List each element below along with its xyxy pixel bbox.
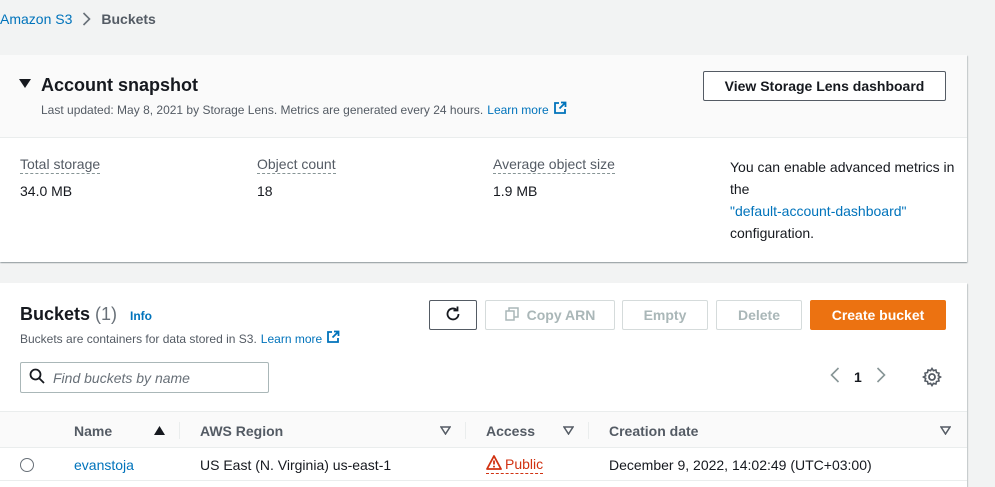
refresh-button[interactable] — [429, 300, 477, 330]
filter-caret-icon[interactable] — [940, 412, 951, 449]
sort-ascending-icon[interactable] — [154, 412, 165, 449]
breadcrumb: Amazon S3 Buckets — [0, 11, 156, 27]
create-bucket-button[interactable]: Create bucket — [810, 300, 946, 330]
row-select-radio[interactable] — [20, 448, 34, 481]
search-input[interactable] — [53, 369, 253, 386]
account-snapshot-panel: Account snapshot Last updated: May 8, 20… — [0, 55, 967, 262]
chevron-right-icon[interactable] — [876, 367, 886, 386]
bucket-access: Public — [486, 448, 544, 481]
table-row: evanstoja US East (N. Virginia) us-east-… — [0, 448, 967, 481]
column-creation-date[interactable]: Creation date — [609, 412, 698, 449]
buckets-count: (1) — [95, 304, 118, 324]
warning-icon — [486, 455, 502, 473]
external-link-icon[interactable] — [326, 330, 340, 347]
default-dashboard-link[interactable]: "default-account-dashboard" — [730, 203, 907, 219]
chevron-right-icon — [82, 12, 92, 26]
refresh-icon — [444, 305, 462, 326]
column-header-label: Creation date — [609, 422, 699, 439]
column-header-label: Name — [74, 422, 113, 439]
copy-arn-button[interactable]: Copy ARN — [485, 300, 615, 330]
column-header-label: AWS Region — [200, 422, 284, 439]
empty-button[interactable]: Empty — [622, 300, 708, 330]
page-number[interactable]: 1 — [854, 369, 862, 385]
breadcrumb-amazon-s3[interactable]: Amazon S3 — [0, 11, 72, 27]
copy-icon — [504, 306, 519, 324]
snapshot-updated-text: Last updated: May 8, 2021 by Storage Len… — [41, 102, 484, 117]
metric-object-count: Object count 18 — [257, 156, 336, 199]
info-link[interactable]: Info — [130, 309, 152, 323]
filter-caret-icon[interactable] — [440, 412, 451, 449]
bucket-search[interactable] — [20, 362, 269, 393]
learn-more-label: Learn more — [487, 102, 549, 117]
metric-label[interactable]: Total storage — [20, 156, 101, 174]
search-icon — [29, 368, 45, 387]
column-name[interactable]: Name — [74, 412, 112, 449]
buckets-description: Buckets are containers for data stored i… — [20, 330, 340, 347]
buckets-panel: Buckets (1) Info Buckets are containers … — [0, 283, 967, 487]
column-access[interactable]: Access — [486, 412, 535, 449]
column-header-label: Access — [486, 422, 536, 439]
external-link-icon[interactable] — [553, 101, 567, 118]
advanced-prefix: You can enable advanced metrics in the — [730, 159, 955, 197]
advanced-suffix: configuration. — [730, 225, 815, 241]
delete-button[interactable]: Delete — [716, 300, 802, 330]
column-divider[interactable] — [588, 422, 589, 439]
snapshot-learn-more-link[interactable]: Learn more — [487, 103, 548, 117]
access-label: Public — [505, 456, 544, 472]
column-aws-region[interactable]: AWS Region — [200, 412, 283, 449]
gear-icon[interactable] — [921, 367, 943, 390]
buckets-description-text: Buckets are containers for data stored i… — [20, 331, 257, 346]
filter-caret-icon[interactable] — [563, 412, 574, 449]
bucket-name-link[interactable]: evanstoja — [74, 448, 134, 481]
snapshot-title[interactable]: Account snapshot — [41, 75, 198, 96]
advanced-metrics-note: You can enable advanced metrics in the "… — [730, 156, 955, 244]
buckets-learn-more-link[interactable]: Learn more — [261, 332, 322, 346]
metric-value: 18 — [257, 183, 273, 199]
bucket-region: US East (N. Virginia) us-east-1 — [200, 456, 392, 473]
chevron-left-icon[interactable] — [830, 367, 840, 386]
metric-value: 1.9 MB — [493, 183, 538, 199]
access-status[interactable]: Public — [486, 455, 544, 474]
pagination: 1 — [830, 367, 886, 386]
table-header: Name AWS Region Access Creation date — [0, 411, 967, 448]
metric-label[interactable]: Average object size — [493, 156, 615, 174]
metric-label[interactable]: Object count — [257, 156, 336, 174]
buckets-heading: Buckets — [20, 304, 91, 324]
metric-average-object-size: Average object size 1.9 MB — [493, 156, 615, 199]
buckets-title: Buckets (1) — [20, 304, 117, 325]
breadcrumb-buckets: Buckets — [101, 11, 156, 27]
copy-arn-label: Copy ARN — [526, 307, 596, 323]
metric-value: 34.0 MB — [20, 183, 73, 199]
snapshot-header: Account snapshot Last updated: May 8, 20… — [0, 55, 967, 138]
column-divider[interactable] — [465, 422, 466, 439]
snapshot-subtitle: Last updated: May 8, 2021 by Storage Len… — [41, 101, 567, 118]
view-storage-lens-button[interactable]: View Storage Lens dashboard — [703, 71, 946, 101]
metric-total-storage: Total storage 34.0 MB — [20, 156, 101, 199]
bucket-creation-date: December 9, 2022, 14:02:49 (UTC+03:00) — [609, 456, 872, 473]
column-divider[interactable] — [179, 422, 180, 439]
caret-down-icon[interactable] — [19, 79, 31, 88]
